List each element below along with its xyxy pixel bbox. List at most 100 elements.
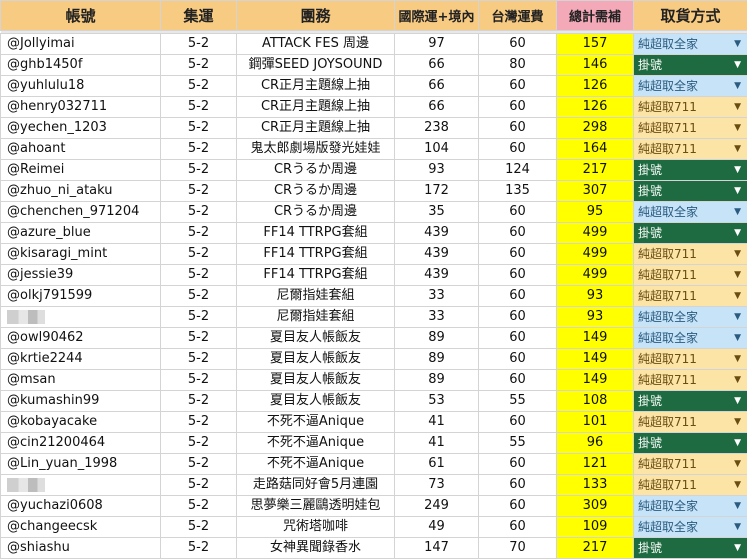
total-cell[interactable]: 217 bbox=[556, 159, 634, 181]
total-cell[interactable]: 146 bbox=[556, 54, 634, 76]
shipping-intl-cell[interactable]: 89 bbox=[394, 327, 479, 349]
total-cell[interactable]: 96 bbox=[556, 432, 634, 454]
account-cell[interactable] bbox=[0, 306, 161, 328]
shipping-intl-cell[interactable]: 66 bbox=[394, 75, 479, 97]
batch-cell[interactable]: 5-2 bbox=[160, 327, 237, 349]
group-cell[interactable]: FF14 TTRPG套組 bbox=[236, 222, 395, 244]
shipping-tw-cell[interactable]: 55 bbox=[478, 432, 557, 454]
shipping-tw-cell[interactable]: 60 bbox=[478, 453, 557, 475]
group-cell[interactable]: 鋼彈SEED JOYSOUND bbox=[236, 54, 395, 76]
group-cell[interactable]: FF14 TTRPG套組 bbox=[236, 264, 395, 286]
total-cell[interactable]: 93 bbox=[556, 285, 634, 307]
pickup-dropdown[interactable]: 掛號 ▼ bbox=[634, 223, 747, 243]
shipping-intl-cell[interactable]: 147 bbox=[394, 537, 479, 559]
shipping-tw-cell[interactable]: 60 bbox=[478, 495, 557, 517]
total-cell[interactable]: 309 bbox=[556, 495, 634, 517]
total-cell[interactable]: 298 bbox=[556, 117, 634, 139]
total-cell[interactable]: 149 bbox=[556, 369, 634, 391]
dropdown-arrow-icon[interactable]: ▼ bbox=[734, 266, 741, 285]
total-cell[interactable]: 109 bbox=[556, 516, 634, 538]
group-cell[interactable]: CRうるか周邊 bbox=[236, 180, 395, 202]
shipping-intl-cell[interactable]: 439 bbox=[394, 243, 479, 265]
batch-cell[interactable]: 5-2 bbox=[160, 222, 237, 244]
group-cell[interactable]: CRうるか周邊 bbox=[236, 159, 395, 181]
group-cell[interactable]: 不死不逼Anique bbox=[236, 453, 395, 475]
pickup-dropdown[interactable]: 純超取711 ▼ bbox=[634, 139, 747, 159]
account-cell[interactable]: @krtie2244 bbox=[0, 348, 161, 370]
total-cell[interactable]: 307 bbox=[556, 180, 634, 202]
account-cell[interactable]: @cin21200464 bbox=[0, 432, 161, 454]
total-cell[interactable]: 149 bbox=[556, 327, 634, 349]
account-cell[interactable]: @kobayacake bbox=[0, 411, 161, 433]
header-batch[interactable]: 集運 bbox=[160, 0, 237, 31]
account-cell[interactable]: @owl90462 bbox=[0, 327, 161, 349]
batch-cell[interactable]: 5-2 bbox=[160, 54, 237, 76]
total-cell[interactable]: 499 bbox=[556, 264, 634, 286]
group-cell[interactable]: ATTACK FES 周邊 bbox=[236, 33, 395, 55]
total-cell[interactable]: 95 bbox=[556, 201, 634, 223]
account-cell[interactable]: @kumashin99 bbox=[0, 390, 161, 412]
shipping-tw-cell[interactable]: 60 bbox=[478, 222, 557, 244]
group-cell[interactable]: 尼爾指娃套組 bbox=[236, 285, 395, 307]
shipping-tw-cell[interactable]: 60 bbox=[478, 327, 557, 349]
shipping-intl-cell[interactable]: 33 bbox=[394, 306, 479, 328]
shipping-tw-cell[interactable]: 60 bbox=[478, 474, 557, 496]
shipping-tw-cell[interactable]: 60 bbox=[478, 117, 557, 139]
batch-cell[interactable]: 5-2 bbox=[160, 243, 237, 265]
group-cell[interactable]: 夏目友人帳飯友 bbox=[236, 390, 395, 412]
pickup-dropdown[interactable]: 純超取711 ▼ bbox=[634, 118, 747, 138]
total-cell[interactable]: 121 bbox=[556, 453, 634, 475]
dropdown-arrow-icon[interactable]: ▼ bbox=[734, 140, 741, 159]
account-cell[interactable]: @shiashu bbox=[0, 537, 161, 559]
batch-cell[interactable]: 5-2 bbox=[160, 117, 237, 139]
batch-cell[interactable]: 5-2 bbox=[160, 495, 237, 517]
group-cell[interactable]: 尼爾指娃套組 bbox=[236, 306, 395, 328]
shipping-intl-cell[interactable]: 89 bbox=[394, 348, 479, 370]
dropdown-arrow-icon[interactable]: ▼ bbox=[734, 245, 741, 264]
dropdown-arrow-icon[interactable]: ▼ bbox=[734, 35, 741, 54]
group-cell[interactable]: 夏目友人帳飯友 bbox=[236, 348, 395, 370]
group-cell[interactable]: 走路菇同好會5月連園 bbox=[236, 474, 395, 496]
shipping-tw-cell[interactable]: 60 bbox=[478, 33, 557, 55]
shipping-tw-cell[interactable]: 60 bbox=[478, 96, 557, 118]
batch-cell[interactable]: 5-2 bbox=[160, 432, 237, 454]
group-cell[interactable]: FF14 TTRPG套組 bbox=[236, 243, 395, 265]
dropdown-arrow-icon[interactable]: ▼ bbox=[734, 224, 741, 243]
shipping-tw-cell[interactable]: 60 bbox=[478, 411, 557, 433]
account-cell[interactable]: @msan bbox=[0, 369, 161, 391]
account-cell[interactable]: @kisaragi_mint bbox=[0, 243, 161, 265]
shipping-tw-cell[interactable]: 70 bbox=[478, 537, 557, 559]
shipping-intl-cell[interactable]: 93 bbox=[394, 159, 479, 181]
dropdown-arrow-icon[interactable]: ▼ bbox=[734, 497, 741, 516]
dropdown-arrow-icon[interactable]: ▼ bbox=[734, 161, 741, 180]
shipping-intl-cell[interactable]: 238 bbox=[394, 117, 479, 139]
account-cell[interactable]: @ghb1450f bbox=[0, 54, 161, 76]
group-cell[interactable]: 鬼太郎劇場版發光娃娃 bbox=[236, 138, 395, 160]
account-cell[interactable]: @chenchen_971204 bbox=[0, 201, 161, 223]
group-cell[interactable]: 咒術塔咖啡 bbox=[236, 516, 395, 538]
total-cell[interactable]: 101 bbox=[556, 411, 634, 433]
account-cell[interactable]: @yuchazi0608 bbox=[0, 495, 161, 517]
group-cell[interactable]: CR正月主題線上抽 bbox=[236, 117, 395, 139]
dropdown-arrow-icon[interactable]: ▼ bbox=[734, 476, 741, 495]
group-cell[interactable]: CRうるか周邊 bbox=[236, 201, 395, 223]
batch-cell[interactable]: 5-2 bbox=[160, 306, 237, 328]
shipping-tw-cell[interactable]: 124 bbox=[478, 159, 557, 181]
account-cell[interactable]: @ahoant bbox=[0, 138, 161, 160]
batch-cell[interactable]: 5-2 bbox=[160, 348, 237, 370]
total-cell[interactable]: 133 bbox=[556, 474, 634, 496]
header-pickup[interactable]: 取貨方式 bbox=[633, 0, 747, 31]
pickup-dropdown[interactable]: 純超取全家 ▼ bbox=[634, 76, 747, 96]
shipping-intl-cell[interactable]: 249 bbox=[394, 495, 479, 517]
shipping-intl-cell[interactable]: 53 bbox=[394, 390, 479, 412]
batch-cell[interactable]: 5-2 bbox=[160, 474, 237, 496]
pickup-dropdown[interactable]: 掛號 ▼ bbox=[634, 433, 747, 453]
shipping-intl-cell[interactable]: 49 bbox=[394, 516, 479, 538]
pickup-dropdown[interactable]: 掛號 ▼ bbox=[634, 181, 747, 201]
pickup-dropdown[interactable]: 純超取711 ▼ bbox=[634, 97, 747, 117]
account-cell[interactable]: @Lin_yuan_1998 bbox=[0, 453, 161, 475]
batch-cell[interactable]: 5-2 bbox=[160, 201, 237, 223]
batch-cell[interactable]: 5-2 bbox=[160, 33, 237, 55]
batch-cell[interactable]: 5-2 bbox=[160, 159, 237, 181]
shipping-intl-cell[interactable]: 41 bbox=[394, 432, 479, 454]
